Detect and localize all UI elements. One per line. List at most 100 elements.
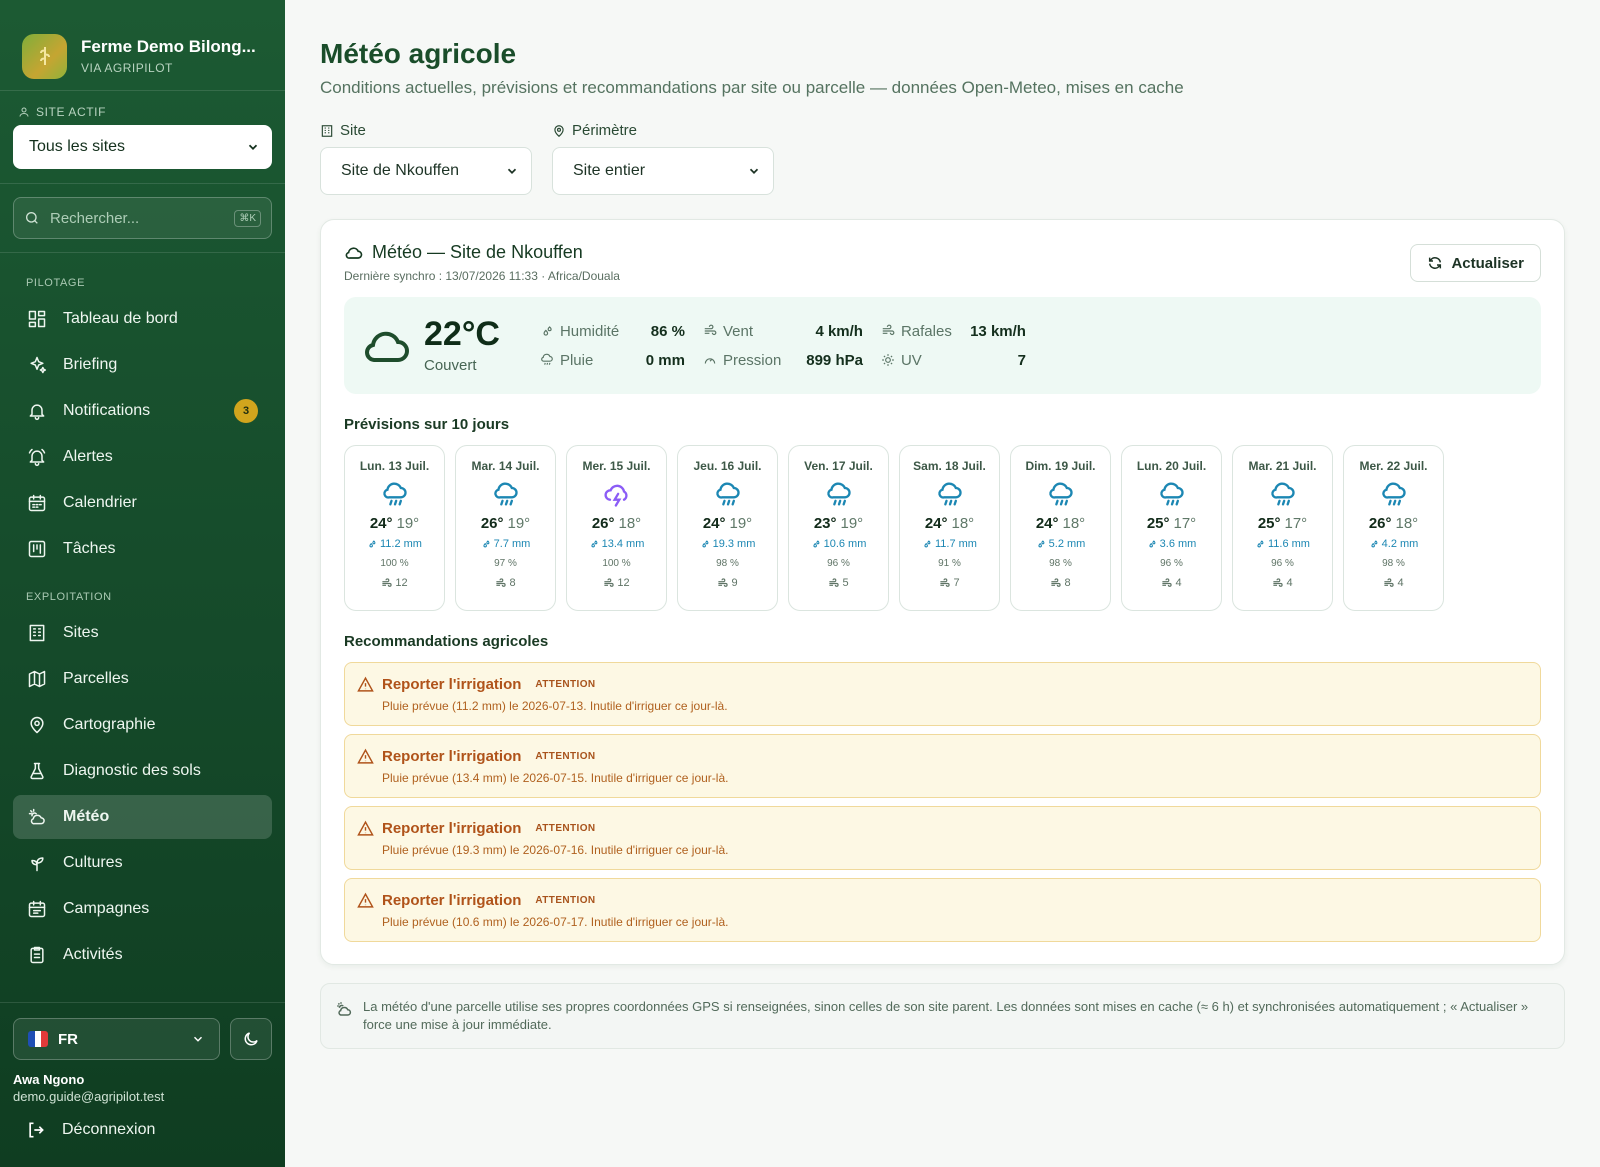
sidebar-item-alertes[interactable]: Alertes [13, 435, 272, 479]
active-site-select[interactable]: Tous les sites [13, 125, 272, 169]
forecast-humidity: 96 % [1160, 558, 1183, 569]
forecast-wind: 4 [1286, 577, 1293, 589]
forecast-humidity: 100 % [380, 558, 409, 569]
cloud-icon [365, 331, 409, 362]
sidebar-item-label: Tâches [63, 540, 116, 557]
sidebar-item-taches[interactable]: Tâches [13, 527, 272, 571]
brand[interactable]: Ferme Demo Bilong... VIA AGRIPILOT [0, 0, 285, 91]
sidebar-item-label: Briefing [63, 356, 118, 373]
wind-metric: Vent 4 km/h [703, 323, 863, 340]
wind-icon [1384, 577, 1395, 587]
forecast-list: Lun. 13 Juil. 24° 19° 11.2 mm 100 % 12 Mar. 14… [344, 445, 1541, 611]
forecast-low: 19° [396, 515, 420, 532]
recommendation-text: Pluie prévue (10.6 mm) le 2026-07-17. In… [382, 915, 729, 929]
map-pin-icon [554, 124, 564, 137]
perimeter-filter-label: Périmètre [572, 122, 638, 139]
wind-icon [882, 324, 895, 336]
forecast-day-card: Dim. 19 Juil. 24° 18° 5.2 mm 98 % 8 [1010, 445, 1111, 611]
recommendation-item: Reporter l'irrigation ATTENTION Pluie prév… [344, 734, 1541, 798]
forecast-high: 25° [1257, 515, 1281, 532]
sidebar-item-briefing[interactable]: Briefing [13, 343, 272, 387]
gauge-icon [704, 358, 716, 364]
logout-button[interactable]: Déconnexion [13, 1120, 272, 1140]
recommendation-text: Pluie prévue (19.3 mm) le 2026-07-16. In… [382, 843, 729, 857]
rain-icon [936, 481, 964, 509]
forecast-high: 23° [813, 515, 837, 532]
sidebar-item-tableau-de-bord[interactable]: Tableau de bord [13, 297, 272, 341]
sidebar-item-calendrier[interactable]: Calendrier [13, 481, 272, 525]
forecast-high: 24° [924, 515, 948, 532]
wind-icon [496, 577, 507, 587]
forecast-rain: 10.6 mm [823, 538, 867, 550]
sidebar-item-label: Campagnes [63, 900, 150, 917]
sidebar-item-campagnes[interactable]: Campagnes [13, 887, 272, 931]
sidebar-item-diagnostic-des-sols[interactable]: Diagnostic des sols [13, 749, 272, 793]
logout-icon [29, 1122, 44, 1138]
recommendation-severity: ATTENTION [535, 679, 596, 690]
user-icon [19, 107, 29, 117]
sidebar-item-activites[interactable]: Activités [13, 933, 272, 977]
rain-drop-icon [1038, 540, 1045, 548]
forecast-day-name: Sam. 18 Juil. [913, 459, 986, 473]
sidebar-item-meteo[interactable]: Météo [13, 795, 272, 839]
chevron-down-icon [749, 168, 759, 174]
rain-icon [714, 481, 742, 509]
current-temperature: 22°C [424, 315, 500, 353]
language-label: FR [58, 1030, 78, 1048]
wind-icon [382, 577, 392, 587]
farm-logo [22, 33, 67, 79]
wind-icon [1273, 577, 1284, 587]
forecast-day-name: Lun. 13 Juil. [359, 459, 430, 473]
recommendation-severity: ATTENTION [535, 751, 596, 762]
filters: Site Site de Nkouffen Périmètre Site ent… [320, 122, 1565, 195]
forecast-day-card: Mar. 14 Juil. 26° 19° 7.7 mm 97 % 8 [455, 445, 556, 611]
active-site-block: SITE ACTIF Tous les sites [0, 91, 285, 184]
building-icon [29, 624, 45, 642]
sidebar-item-notifications[interactable]: Notifications 3 [13, 389, 272, 433]
recommendation-severity: ATTENTION [535, 823, 596, 834]
forecast-high: 24° [702, 515, 726, 532]
page-title: Météo agricole [320, 38, 517, 69]
flask-icon [30, 762, 44, 780]
kanban-icon [28, 540, 46, 558]
perimeter-filter-select[interactable]: Site entier [552, 147, 774, 195]
sidebar-item-sites[interactable]: Sites [13, 611, 272, 655]
sidebar-item-parcelles[interactable]: Parcelles [13, 657, 272, 701]
forecast-low: 17° [1284, 515, 1308, 532]
rain-metric: Pluie 0 mm [540, 352, 685, 369]
rain-drop-icon [924, 540, 931, 548]
search-placeholder: Rechercher... [50, 209, 140, 227]
site-filter-select[interactable]: Site de Nkouffen [320, 147, 532, 195]
chevron-down-icon [248, 144, 258, 150]
notification-count-badge: 3 [234, 399, 258, 423]
rain-icon [1380, 481, 1408, 509]
recommendation-text: Pluie prévue (13.4 mm) le 2026-07-15. In… [382, 771, 729, 785]
forecast-humidity: 98 % [1049, 558, 1072, 569]
search-icon [26, 212, 38, 224]
rain-icon [492, 481, 520, 509]
bell-icon [29, 404, 45, 421]
language-select[interactable]: FR [13, 1018, 220, 1060]
nav-group-pilotage: Tableau de bord Briefing Notifications 3 Ale… [0, 297, 285, 571]
humidity-metric: Humidité 86 % [540, 323, 685, 340]
search-input[interactable]: Rechercher... ⌘K [13, 197, 272, 239]
forecast-humidity: 98 % [1382, 558, 1405, 569]
cloud-icon [345, 246, 363, 259]
rain-drop-icon [483, 540, 490, 548]
theme-toggle-button[interactable] [230, 1018, 272, 1060]
recommendation-severity: ATTENTION [535, 895, 596, 906]
sidebar-item-cultures[interactable]: Cultures [13, 841, 272, 885]
recommendation-item: Reporter l'irrigation ATTENTION Pluie prév… [344, 806, 1541, 870]
active-site-label: SITE ACTIF [36, 105, 107, 119]
forecast-day-name: Dim. 19 Juil. [1025, 459, 1096, 473]
sidebar-item-cartographie[interactable]: Cartographie [13, 703, 272, 747]
info-note-text: La météo d'une parcelle utilise ses prop… [363, 999, 1529, 1032]
forecast-humidity: 100 % [602, 558, 631, 569]
refresh-button[interactable]: Actualiser [1410, 244, 1541, 282]
recommendation-item: Reporter l'irrigation ATTENTION Pluie prév… [344, 662, 1541, 726]
forecast-low: 19° [729, 515, 753, 532]
forecast-day-name: Mar. 21 Juil. [1248, 459, 1317, 473]
bell-ring-icon [28, 448, 46, 467]
sun-icon [882, 354, 894, 366]
moon-icon [244, 1032, 258, 1046]
